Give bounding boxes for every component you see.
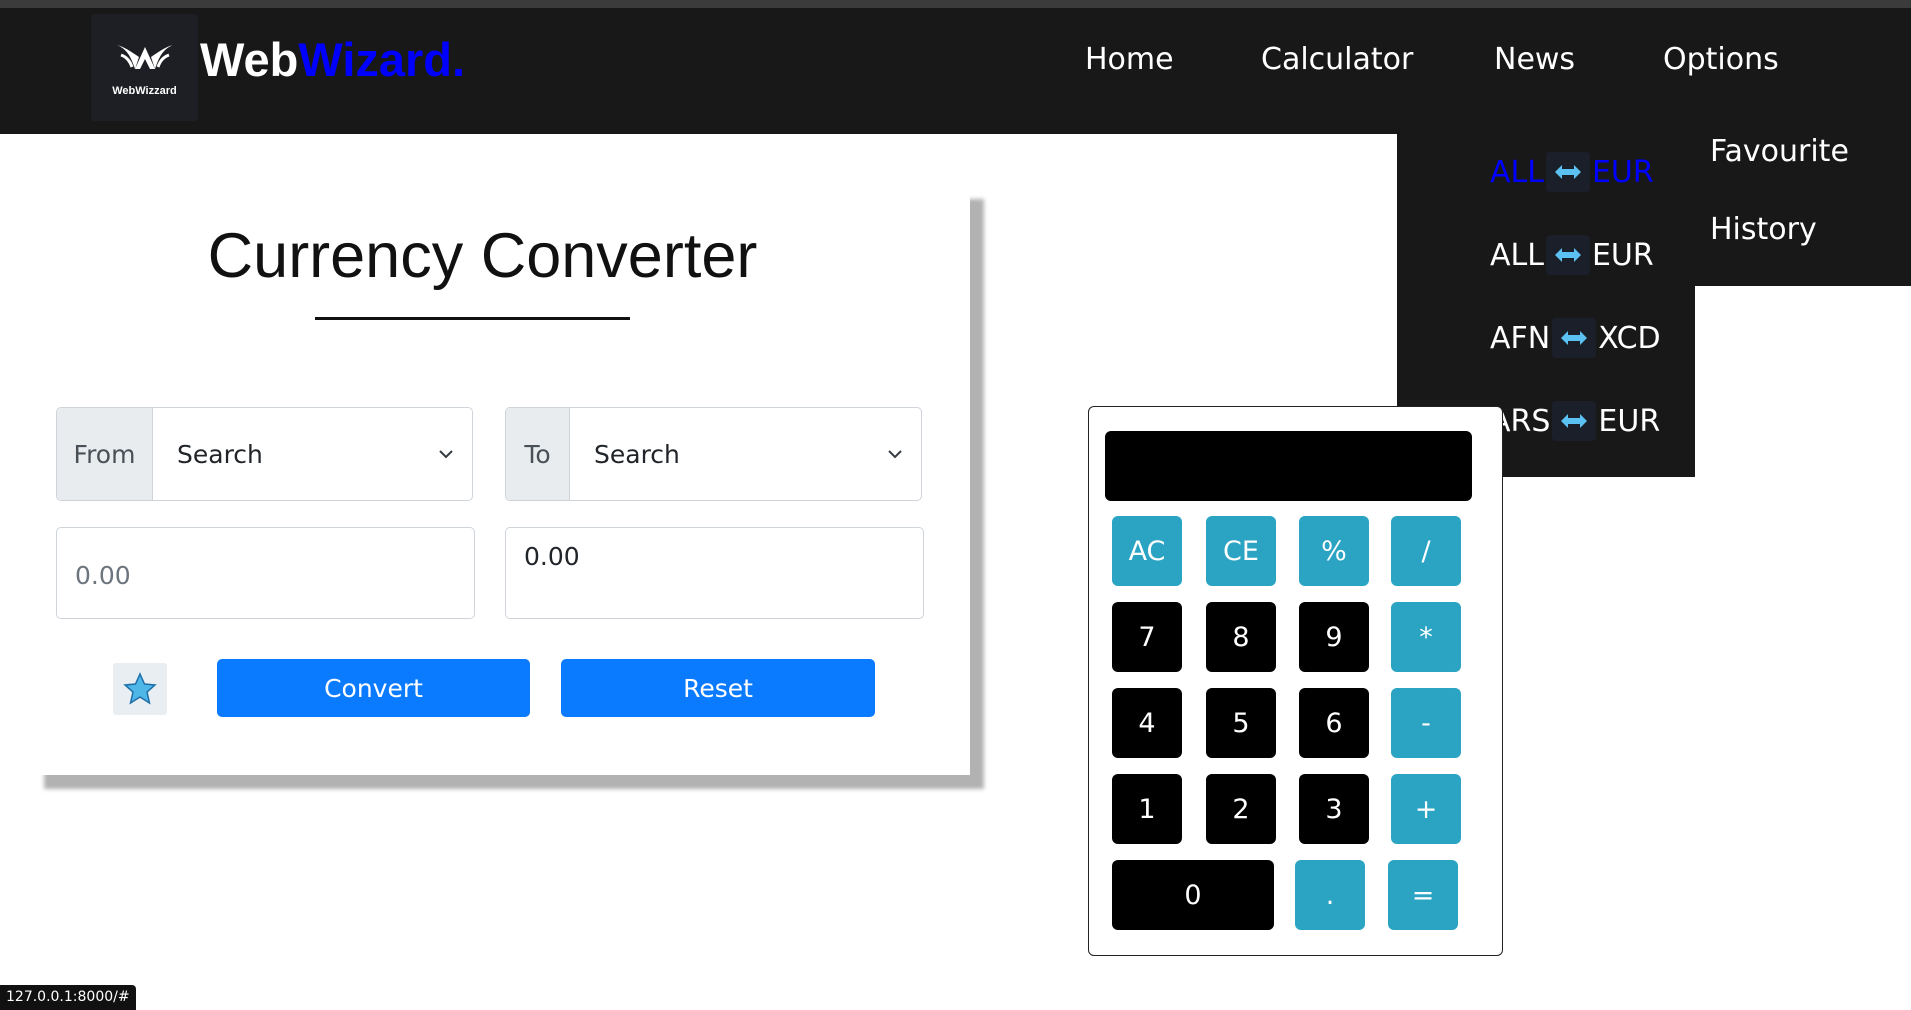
from-label: From xyxy=(57,408,153,500)
amount-input[interactable]: 0.00 xyxy=(56,527,475,619)
calc-key-percent[interactable]: % xyxy=(1299,516,1369,586)
nav-calculator[interactable]: Calculator xyxy=(1261,42,1413,77)
calc-key-equals[interactable]: = xyxy=(1388,860,1458,930)
calc-key-0[interactable]: 0 xyxy=(1112,860,1274,930)
result-output[interactable]: 0.00 xyxy=(505,527,924,619)
navbar: WebWizzard WebWizard. Home Calculator Ne… xyxy=(0,8,1911,134)
logo-caption: WebWizzard xyxy=(112,84,177,97)
options-dropdown-menu: Favourite History xyxy=(1695,134,1911,286)
from-currency-value: Search xyxy=(177,439,263,469)
page-title: Currency Converter xyxy=(207,221,758,291)
pair-from: ALL xyxy=(1490,237,1544,273)
calc-key-4[interactable]: 4 xyxy=(1112,688,1182,758)
calculator: AC CE % / 7 8 9 * 4 5 6 - 1 2 3 + 0 . = xyxy=(1088,406,1503,956)
calculator-display xyxy=(1105,431,1472,501)
pair-from: ALL xyxy=(1490,154,1544,190)
news-item-afn-xcd[interactable]: AFN XCD xyxy=(1490,318,1661,358)
news-item-all-eur[interactable]: ALL EUR xyxy=(1490,235,1654,275)
options-item-history[interactable]: History xyxy=(1710,212,1817,247)
to-currency-value: Search xyxy=(594,439,680,469)
pair-to: EUR xyxy=(1591,237,1654,273)
pair-to: EUR xyxy=(1591,154,1654,190)
to-label: To xyxy=(506,408,570,500)
calc-key-9[interactable]: 9 xyxy=(1299,602,1369,672)
from-currency-group: From Search xyxy=(56,407,473,501)
calc-key-decimal[interactable]: . xyxy=(1295,860,1365,930)
status-bar-url: 127.0.0.1:8000/# xyxy=(0,985,136,1010)
brand-name-part2: Wizard. xyxy=(298,33,466,86)
brand-name-part1: Web xyxy=(200,33,299,86)
pair-to: XCD xyxy=(1598,320,1661,356)
calc-key-divide[interactable]: / xyxy=(1391,516,1461,586)
reset-button[interactable]: Reset xyxy=(561,659,875,717)
calc-key-1[interactable]: 1 xyxy=(1112,774,1182,844)
calc-key-3[interactable]: 3 xyxy=(1299,774,1369,844)
brand-name[interactable]: WebWizard. xyxy=(200,32,465,87)
pair-to: EUR xyxy=(1598,403,1661,439)
calc-key-minus[interactable]: - xyxy=(1391,688,1461,758)
converter-card: Currency Converter From Search To Search… xyxy=(30,185,970,775)
pair-from: AFN xyxy=(1490,320,1551,356)
convert-button[interactable]: Convert xyxy=(217,659,530,717)
options-item-favourite[interactable]: Favourite xyxy=(1710,134,1849,169)
swap-arrow-icon xyxy=(1552,318,1597,358)
calc-key-5[interactable]: 5 xyxy=(1206,688,1276,758)
swap-arrow-icon xyxy=(1545,235,1590,275)
to-currency-select[interactable]: Search xyxy=(570,408,921,500)
news-item-all-eur-active[interactable]: ALL EUR xyxy=(1490,152,1654,192)
title-underline xyxy=(315,317,630,320)
nav-news[interactable]: News xyxy=(1494,42,1575,77)
chevron-down-icon xyxy=(439,450,453,459)
chevron-down-icon xyxy=(888,450,902,459)
calc-key-multiply[interactable]: * xyxy=(1391,602,1461,672)
swap-arrow-icon xyxy=(1552,401,1597,441)
calc-key-2[interactable]: 2 xyxy=(1206,774,1276,844)
calc-key-ac[interactable]: AC xyxy=(1112,516,1182,586)
wizard-logo-icon xyxy=(116,44,173,69)
calc-key-ce[interactable]: CE xyxy=(1206,516,1276,586)
calc-key-8[interactable]: 8 xyxy=(1206,602,1276,672)
calc-key-7[interactable]: 7 xyxy=(1112,602,1182,672)
swap-arrow-icon xyxy=(1545,152,1590,192)
calc-key-6[interactable]: 6 xyxy=(1299,688,1369,758)
nav-options[interactable]: Options xyxy=(1663,42,1779,77)
calc-key-plus[interactable]: + xyxy=(1391,774,1461,844)
from-currency-select[interactable]: Search xyxy=(153,408,472,500)
logo[interactable]: WebWizzard xyxy=(91,14,198,121)
to-currency-group: To Search xyxy=(505,407,922,501)
favorite-star-button[interactable] xyxy=(113,663,167,715)
news-item-ars-eur[interactable]: ARS EUR xyxy=(1490,401,1660,441)
nav-home[interactable]: Home xyxy=(1085,42,1174,77)
browser-top-edge xyxy=(0,0,1911,8)
star-icon xyxy=(123,672,157,705)
